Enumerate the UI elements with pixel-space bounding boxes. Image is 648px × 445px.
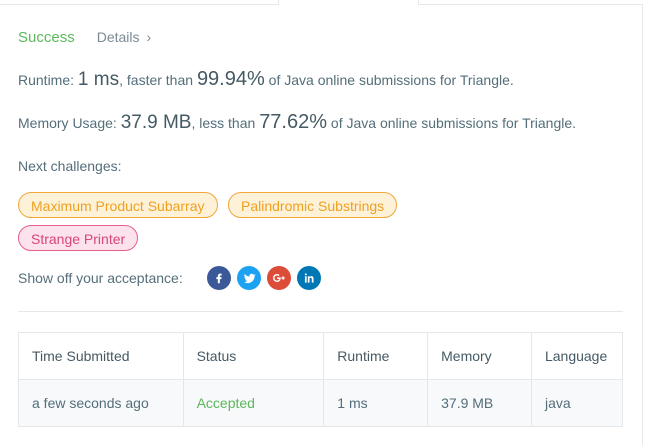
header-status[interactable]: Status <box>182 332 325 380</box>
details-link[interactable]: Details › <box>97 29 151 45</box>
linkedin-icon[interactable] <box>296 266 321 290</box>
memory-percent: 77.62% <box>259 111 328 133</box>
next-challenges-label: Next challenges: <box>18 158 122 174</box>
tab-active[interactable] <box>278 0 419 5</box>
panel-border <box>642 5 643 445</box>
memory-mid-text: , less than <box>191 115 256 131</box>
memory-suffix: of Java online submissions for Triangle. <box>330 115 577 131</box>
status-result: Success <box>18 29 75 46</box>
memory-summary: Memory Usage: 37.9 MB, less than 77.62% … <box>18 111 576 134</box>
cell-time-submitted: a few seconds ago <box>18 379 184 427</box>
runtime-value: 1 ms <box>77 69 120 90</box>
tab-bar <box>0 0 643 5</box>
cell-memory: 37.9 MB <box>427 379 532 427</box>
share-icons <box>206 266 327 290</box>
twitter-icon[interactable] <box>236 266 261 290</box>
header-runtime[interactable]: Runtime <box>323 332 429 380</box>
memory-label: Memory Usage: <box>18 115 117 131</box>
challenge-tag-maximum-product-subarray[interactable]: Maximum Product Subarray <box>18 192 218 218</box>
google-plus-icon[interactable] <box>266 266 291 290</box>
table-row: a few seconds ago Accepted 1 ms 37.9 MB … <box>18 379 624 427</box>
table-header-row: Time Submitted Status Runtime Memory Lan… <box>18 332 624 380</box>
chevron-right-icon: › <box>146 29 152 45</box>
section-divider <box>18 311 623 312</box>
share-row: Show off your acceptance: <box>18 266 327 290</box>
runtime-mid-text: , faster than <box>119 72 194 88</box>
runtime-percent: 99.94% <box>196 68 265 90</box>
header-time-submitted[interactable]: Time Submitted <box>18 332 184 380</box>
details-label: Details <box>96 29 140 45</box>
status-row: Success Details › <box>18 29 151 46</box>
runtime-summary: Runtime: 1 ms, faster than 99.94% of Jav… <box>18 68 514 91</box>
header-memory[interactable]: Memory <box>427 332 532 380</box>
facebook-icon[interactable] <box>206 266 231 290</box>
runtime-label: Runtime: <box>18 72 75 88</box>
challenge-tag-strange-printer[interactable]: Strange Printer <box>18 225 139 251</box>
cell-language: java <box>530 379 624 427</box>
submissions-table: Time Submitted Status Runtime Memory Lan… <box>18 332 624 427</box>
challenge-tag-palindromic-substrings[interactable]: Palindromic Substrings <box>228 192 398 218</box>
runtime-suffix: of Java online submissions for Triangle. <box>268 72 514 88</box>
header-language[interactable]: Language <box>530 332 624 380</box>
share-label: Show off your acceptance: <box>18 270 183 286</box>
memory-value: 37.9 MB <box>120 112 192 133</box>
cell-status-link[interactable]: Accepted <box>182 379 325 427</box>
cell-runtime: 1 ms <box>323 379 429 427</box>
